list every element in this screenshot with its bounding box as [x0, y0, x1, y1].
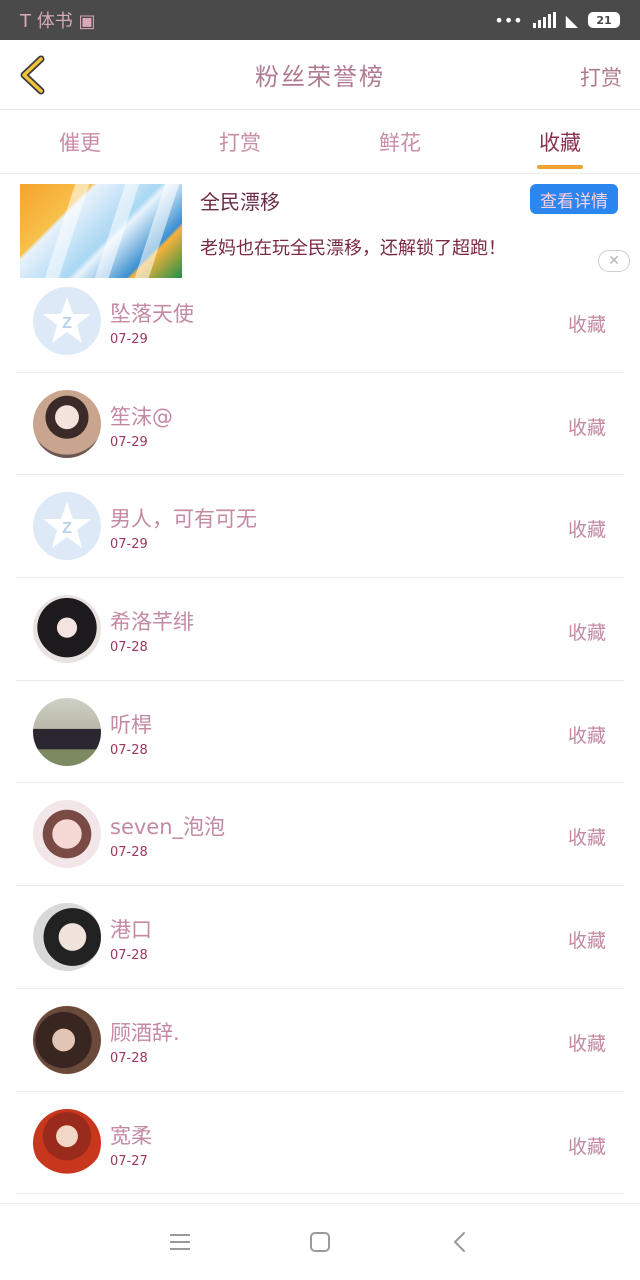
collect-label: 收藏 — [567, 1135, 606, 1158]
list-item[interactable]: seven_泡泡 07-28 收藏 — [16, 783, 624, 887]
top-header: 粉丝荣誉榜 打赏 — [0, 40, 640, 110]
collect-label: 收藏 — [567, 827, 606, 850]
user-name: 笙沫@ — [110, 404, 173, 429]
user-date: 07-29 — [110, 332, 148, 347]
user-name: 希洛芊绯 — [110, 610, 194, 635]
user-date: 07-27 — [110, 1153, 148, 1169]
status-icons: ••• ◣ 21 — [494, 11, 620, 30]
user-name: 顾酒辞. — [110, 1020, 180, 1045]
home-button[interactable] — [300, 1222, 340, 1262]
user-name: 宽柔 — [110, 1123, 152, 1148]
collect-label: 收藏 — [567, 314, 606, 336]
avatar — [33, 1005, 101, 1074]
reward-button[interactable]: 打赏 — [580, 62, 622, 92]
page-title: 粉丝荣誉榜 — [255, 63, 385, 91]
list-item[interactable]: 希洛芊绯 07-28 收藏 — [16, 578, 624, 681]
avatar — [33, 595, 101, 664]
user-name: 坠落天使 — [110, 302, 194, 326]
list-item[interactable]: 宽柔 07-27 收藏 — [16, 1092, 624, 1195]
avatar — [33, 389, 101, 458]
tab-flowers[interactable]: 鲜花 — [320, 110, 480, 173]
avatar — [33, 697, 101, 766]
list-item[interactable]: 顾酒辞. 07-28 收藏 — [16, 989, 624, 1092]
user-date: 07-29 — [110, 434, 148, 450]
avatar: Z — [33, 287, 101, 355]
collect-label: 收藏 — [567, 519, 606, 542]
avatar — [33, 903, 101, 972]
list-item[interactable]: Z 坠落天使 07-29 收藏 — [16, 270, 624, 373]
ad-close-icon[interactable]: ✕ — [598, 250, 630, 272]
collect-label: 收藏 — [567, 622, 606, 645]
ad-details-button[interactable]: 查看详情 — [530, 184, 618, 214]
user-name: 港口 — [110, 918, 152, 943]
collect-label: 收藏 — [567, 724, 606, 747]
avatar — [33, 1108, 101, 1177]
default-avatar-icon: Z — [43, 502, 91, 549]
user-date: 07-28 — [110, 640, 148, 656]
tab-urge[interactable]: 催更 — [0, 110, 160, 173]
tab-bar: 催更 打赏 鲜花 收藏 — [0, 110, 640, 174]
user-date: 07-28 — [110, 742, 148, 758]
user-date: 07-28 — [110, 1050, 148, 1066]
ad-description: 老妈也在玩全民漂移，还解锁了超跑！ — [200, 238, 506, 259]
user-name: seven_泡泡 — [110, 815, 226, 840]
svg-text:Z: Z — [62, 315, 72, 332]
menu-icon — [170, 1234, 190, 1250]
list-item[interactable]: Z 男人，可有可无 07-29 收藏 — [16, 475, 624, 579]
back-triangle-icon — [454, 1232, 465, 1252]
list-item[interactable]: 港口 07-28 收藏 — [16, 886, 624, 989]
tab-reward[interactable]: 打赏 — [160, 110, 320, 173]
collect-label: 收藏 — [567, 930, 606, 953]
ad-image[interactable] — [20, 184, 182, 278]
user-date: 07-28 — [110, 845, 148, 861]
avatar: Z — [33, 492, 101, 561]
ad-banner[interactable]: 全民漂移 老妈也在玩全民漂移，还解锁了超跑！ 查看详情 ✕ — [0, 176, 640, 282]
collect-label: 收藏 — [567, 1032, 606, 1055]
back-button[interactable] — [14, 54, 50, 96]
ad-title: 全民漂移 — [200, 190, 280, 214]
fan-list: Z 坠落天使 07-29 收藏 笙沫@ 07-29 收藏 Z 男人，可有可无 0… — [0, 270, 640, 1195]
user-date: 07-29 — [110, 537, 148, 553]
status-app-text: T 体书 ▣ — [20, 11, 96, 32]
collect-label: 收藏 — [567, 416, 606, 439]
svg-text:Z: Z — [62, 520, 72, 537]
avatar — [33, 800, 101, 869]
battery-icon: 21 — [588, 12, 620, 28]
home-square-icon — [310, 1232, 330, 1252]
user-name: 男人，可有可无 — [110, 507, 257, 532]
system-back-button[interactable] — [440, 1222, 480, 1262]
user-name: 听桿 — [110, 712, 152, 737]
more-dots-icon: ••• — [494, 10, 523, 30]
default-avatar-icon: Z — [43, 297, 91, 343]
list-item[interactable]: 笙沫@ 07-29 收藏 — [16, 373, 624, 476]
chevron-left-icon — [20, 55, 45, 95]
tab-collect[interactable]: 收藏 — [480, 110, 640, 173]
system-nav-bar — [0, 1203, 640, 1280]
status-bar: T 体书 ▣ ••• ◣ 21 — [0, 0, 640, 40]
menu-button[interactable] — [160, 1222, 200, 1262]
notification-icon: ◣ — [565, 10, 578, 30]
user-date: 07-28 — [110, 948, 148, 964]
signal-icon — [532, 12, 556, 28]
list-item[interactable]: 听桿 07-28 收藏 — [16, 681, 624, 784]
